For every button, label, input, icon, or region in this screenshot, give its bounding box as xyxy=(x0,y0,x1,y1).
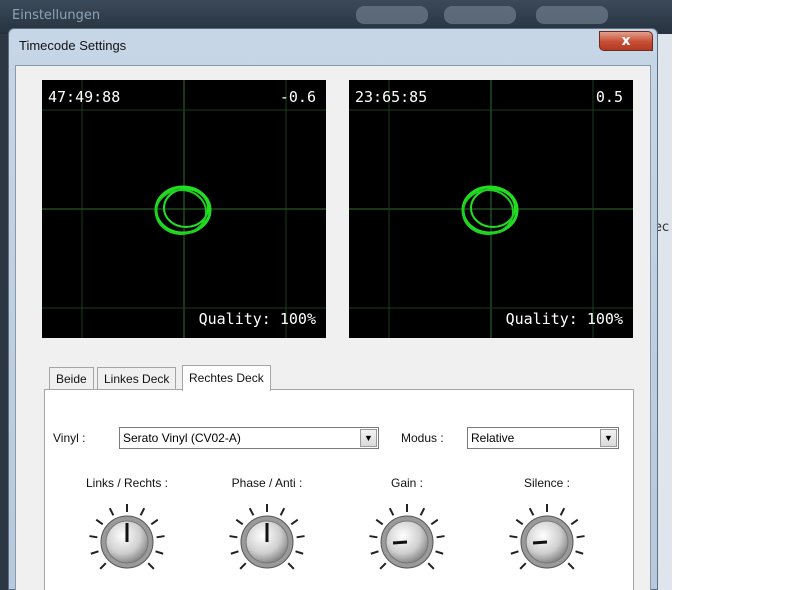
knob-tick xyxy=(379,562,387,570)
knob-graphic xyxy=(509,504,585,570)
chevron-down-icon[interactable]: ▼ xyxy=(600,429,617,447)
chevron-down-icon[interactable]: ▼ xyxy=(360,429,377,447)
left-pitch: -0.6 xyxy=(279,88,316,106)
background-button[interactable] xyxy=(536,6,608,24)
knob-tick xyxy=(279,507,286,516)
deck-tabs: Beide Linkes Deck Rechtes Deck xyxy=(16,365,652,391)
knob-tick xyxy=(229,535,238,539)
scope-trace-ring xyxy=(163,188,209,228)
knob-tick xyxy=(436,535,445,539)
knob-tick xyxy=(528,507,535,516)
knob-tick xyxy=(515,518,524,526)
knob-tick xyxy=(290,518,299,526)
tab-beide[interactable]: Beide xyxy=(49,367,94,389)
knob-tick xyxy=(235,518,244,526)
knob-tick xyxy=(570,518,579,526)
knob-tick xyxy=(95,518,104,526)
dialog-title: Timecode Settings xyxy=(19,38,127,53)
timecode-settings-dialog: Timecode Settings x 47:49:88 -0.6 Qualit… xyxy=(8,28,658,590)
vinyl-label: Vinyl : xyxy=(53,431,86,445)
knob-tick xyxy=(370,550,379,555)
modus-select-value: Relative xyxy=(471,431,515,445)
scope-left-deck: 47:49:88 -0.6 Quality: 100% xyxy=(42,80,326,338)
left-timecode: 47:49:88 xyxy=(48,88,121,106)
left-quality: Quality: 100% xyxy=(198,310,316,328)
knob-tick xyxy=(139,507,146,516)
knob-tick xyxy=(150,518,159,526)
knob-tick xyxy=(296,535,305,539)
close-icon: x xyxy=(621,33,631,49)
knob-tick xyxy=(576,535,585,539)
background-window-title: Einstellungen xyxy=(12,8,101,23)
phase-anti-label: Phase / Anti : xyxy=(231,476,303,490)
knob-tick xyxy=(369,535,378,539)
knob-graphic xyxy=(369,504,445,570)
tab-panel-rechtes-deck: Vinyl : Serato Vinyl (CV02-A) ▼ Modus : … xyxy=(44,389,634,590)
knob-tick xyxy=(287,562,295,570)
tab-rechtes-deck[interactable]: Rechtes Deck xyxy=(182,365,271,391)
knob-tick xyxy=(156,535,165,539)
knob-graphic xyxy=(89,504,165,570)
knob-tick xyxy=(108,507,115,516)
modus-label: Modus : xyxy=(401,431,444,445)
background-button[interactable] xyxy=(444,6,516,24)
scope-right-deck: 23:65:85 0.5 Quality: 100% xyxy=(349,80,633,338)
knob-tick xyxy=(99,562,107,570)
knob-tick xyxy=(147,562,155,570)
tab-linkes-deck[interactable]: Linkes Deck xyxy=(97,367,177,389)
knob-tick xyxy=(510,550,519,555)
right-pitch: 0.5 xyxy=(595,88,623,106)
knob-tick xyxy=(575,550,584,555)
right-quality: Quality: 100% xyxy=(505,310,623,328)
silence-label: Silence : xyxy=(523,476,571,490)
knob-tick xyxy=(430,518,439,526)
close-button[interactable]: x xyxy=(599,31,653,51)
knob-tick xyxy=(239,562,247,570)
scope-left-graph xyxy=(42,80,326,338)
knob-pointer xyxy=(532,540,548,545)
silence-knob[interactable] xyxy=(507,502,587,582)
knob-pointer xyxy=(392,540,408,545)
knob-graphic xyxy=(229,504,305,570)
vinyl-select[interactable]: Serato Vinyl (CV02-A) ▼ xyxy=(119,427,379,449)
dialog-client-area: 47:49:88 -0.6 Quality: 100% 23:65:85 0.5… xyxy=(15,65,651,590)
knob-tick xyxy=(559,507,566,516)
scope-right-graph xyxy=(349,80,633,338)
knob-tick xyxy=(248,507,255,516)
vinyl-select-value: Serato Vinyl (CV02-A) xyxy=(123,431,241,445)
knob-tick xyxy=(388,507,395,516)
knob-tick xyxy=(419,507,426,516)
gain-label: Gain : xyxy=(390,476,423,490)
phase-anti-knob[interactable] xyxy=(227,502,307,582)
knob-tick xyxy=(567,562,575,570)
knob-tick xyxy=(89,535,98,539)
background-button[interactable] xyxy=(356,6,428,24)
links-rechts-knob[interactable] xyxy=(87,502,167,582)
knob-tick xyxy=(295,550,304,555)
links-rechts-label: Links / Rechts : xyxy=(85,476,169,490)
right-timecode: 23:65:85 xyxy=(355,88,428,106)
knob-tick xyxy=(375,518,384,526)
knob-tick xyxy=(230,550,239,555)
knob-tick xyxy=(427,562,435,570)
knob-tick xyxy=(90,550,99,555)
knob-tick xyxy=(519,562,527,570)
gain-knob[interactable] xyxy=(367,502,447,582)
modus-select[interactable]: Relative ▼ xyxy=(467,427,619,449)
knob-tick xyxy=(155,550,164,555)
scope-trace-ring xyxy=(470,188,516,228)
knob-tick xyxy=(509,535,518,539)
knob-tick xyxy=(435,550,444,555)
